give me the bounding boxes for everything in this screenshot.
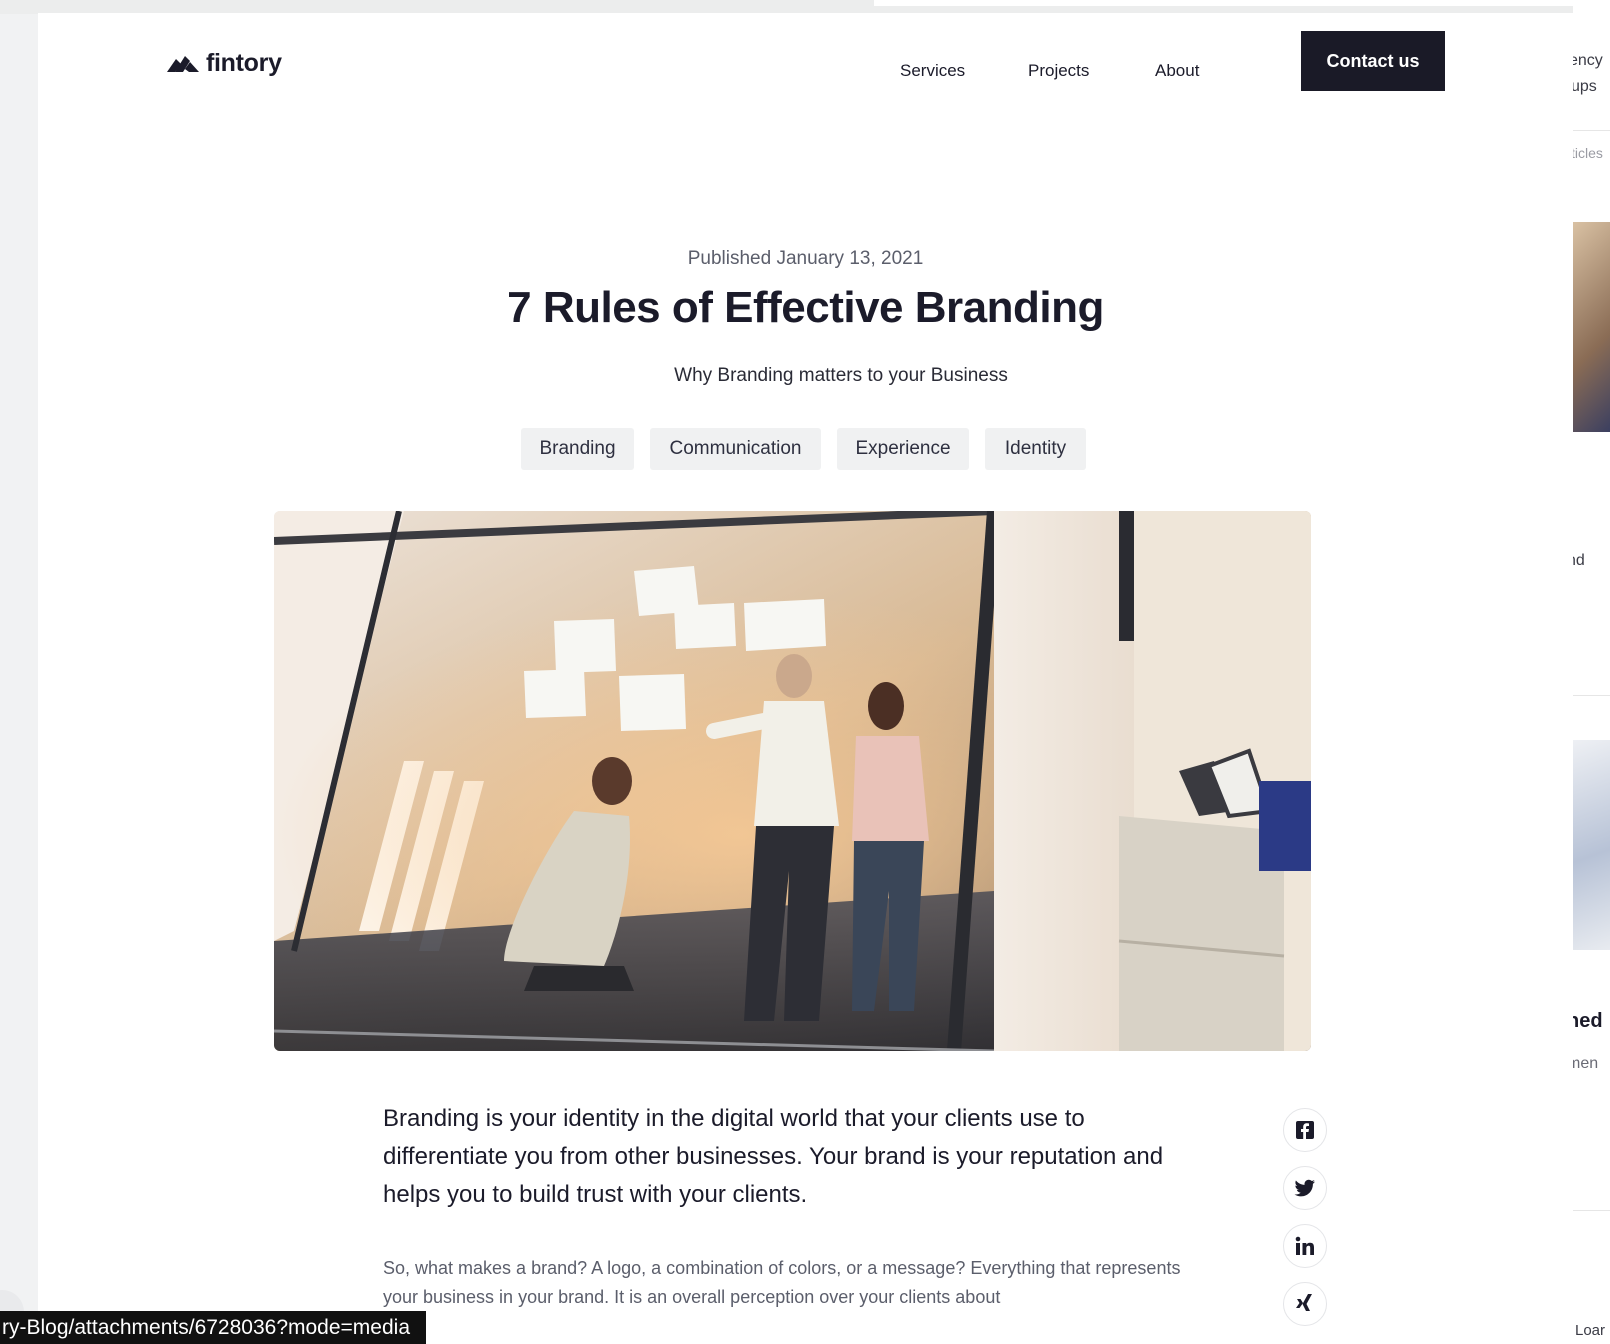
bg-divider-2 <box>1573 695 1610 696</box>
linkedin-share-button[interactable] <box>1283 1224 1327 1268</box>
bg-divider-3 <box>1573 1210 1610 1211</box>
background-page: ency ups ticles nd ned men Loar <box>1573 0 1610 1344</box>
published-date: Published January 13, 2021 <box>687 248 924 269</box>
contact-us-button[interactable]: Contact us <box>1301 31 1445 91</box>
facebook-share-button[interactable] <box>1283 1108 1327 1152</box>
tag-identity[interactable]: Identity <box>985 428 1086 470</box>
hero-image <box>274 511 1311 1051</box>
linkedin-icon <box>1295 1236 1314 1255</box>
bg-snippet-ticles: ticles <box>1573 145 1603 161</box>
bg-snippet-loan: Loar <box>1575 1322 1606 1339</box>
fintory-logo-icon <box>167 55 199 72</box>
bg-divider <box>1573 130 1610 131</box>
nav-services[interactable]: Services <box>900 61 965 81</box>
nav-about[interactable]: About <box>1155 61 1199 81</box>
tag-branding[interactable]: Branding <box>521 428 634 470</box>
article-page: fintory Services Projects About Contact … <box>38 13 1573 1344</box>
twitter-share-button[interactable] <box>1283 1166 1327 1210</box>
tag-experience[interactable]: Experience <box>837 428 969 470</box>
status-bar-url: ry-Blog/attachments/6728036?mode=media <box>0 1311 427 1344</box>
logo[interactable]: fintory <box>167 49 282 78</box>
bg-snippet-men: men <box>1573 1055 1599 1072</box>
top-strip-light <box>874 0 1610 6</box>
office-photo <box>274 511 1311 1051</box>
facebook-icon <box>1296 1121 1314 1139</box>
twitter-icon <box>1294 1179 1315 1197</box>
logo-text: fintory <box>206 49 282 77</box>
bg-snippet-ups: ups <box>1573 78 1597 95</box>
article-paragraph: So, what makes a brand? A logo, a combin… <box>383 1258 1181 1307</box>
bg-thumbnail-1 <box>1573 222 1610 432</box>
bg-thumbnail-2 <box>1573 740 1610 950</box>
xing-icon <box>1296 1294 1312 1311</box>
article-subtitle: Why Branding matters to your Business <box>674 365 1008 386</box>
xing-share-button[interactable] <box>1283 1282 1327 1326</box>
bg-snippet-ned: ned <box>1573 1010 1603 1032</box>
bg-snippet-nd: nd <box>1573 552 1585 569</box>
tag-communication[interactable]: Communication <box>650 428 821 470</box>
article-lead: Branding is your identity in the digital… <box>383 1105 1164 1208</box>
bg-snippet-ency: ency <box>1573 52 1603 69</box>
article-title: 7 Rules of Effective Branding <box>507 283 1104 332</box>
browser-top-strip <box>0 0 1610 14</box>
nav-projects[interactable]: Projects <box>1028 61 1089 81</box>
